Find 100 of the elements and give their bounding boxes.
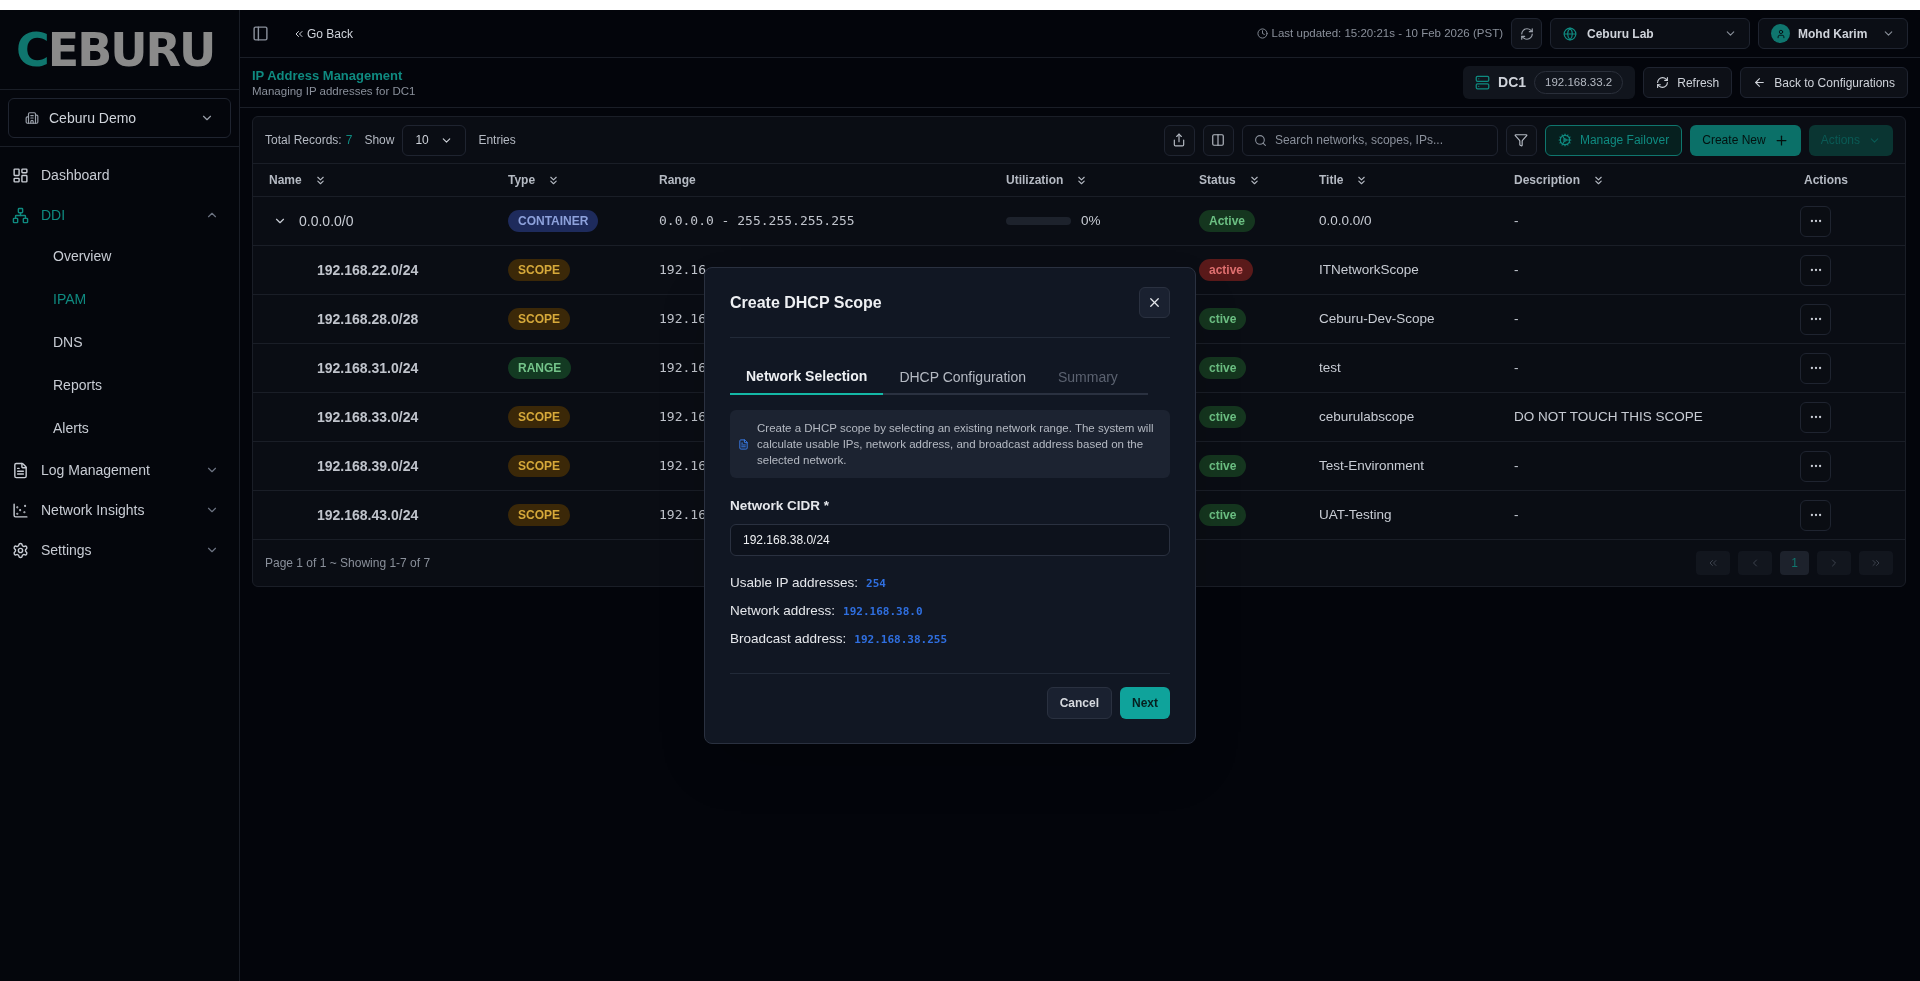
tab[interactable]: DHCP Configuration (883, 359, 1042, 395)
export-button[interactable] (1163, 124, 1195, 156)
sidebar-subitem[interactable]: Reports (0, 364, 239, 407)
sidebar-subitem[interactable]: IPAM (0, 278, 239, 321)
cancel-button[interactable]: Cancel (1046, 687, 1112, 720)
row-actions-button[interactable] (1800, 450, 1831, 482)
sidebar-subitem[interactable]: Overview (0, 235, 239, 278)
first-page-button[interactable] (1696, 551, 1730, 575)
column-header[interactable]: Description (1514, 171, 1605, 189)
title-text: 0.0.0.0/0 (1319, 211, 1372, 230)
refresh-icon (1656, 76, 1670, 89)
search-icon (1253, 133, 1267, 147)
document-icon (12, 461, 29, 479)
tag: SCOPE (508, 259, 570, 281)
description-text: - (1514, 260, 1519, 279)
total-records-count: 7 (345, 132, 353, 149)
search-field[interactable]: Search networks, scopes, IPs... (1241, 124, 1498, 156)
network-name: 0.0.0.0/0 (299, 211, 354, 231)
clock-icon (1256, 28, 1268, 39)
sidebar-toggle-icon[interactable] (252, 25, 269, 42)
row-actions-button[interactable] (1800, 352, 1831, 384)
stat-value: 192.168.38.255 (854, 632, 948, 649)
network-icon (12, 206, 29, 224)
column-header[interactable]: Utilization (1006, 171, 1089, 189)
column-header[interactable]: Status (1199, 171, 1261, 189)
next-page-button[interactable] (1817, 551, 1851, 575)
page-subtitle: Managing IP addresses for DC1 (252, 83, 417, 99)
network-name: 192.168.22.0/24 (317, 260, 419, 280)
network-name: 192.168.31.0/24 (317, 358, 419, 378)
range-text: 0.0.0.0 - 255.255.255.255 (659, 212, 855, 231)
stat-label: Usable IP addresses: (730, 574, 859, 593)
description-text: - (1514, 211, 1519, 230)
close-icon (1147, 295, 1162, 310)
row-actions-button[interactable] (1800, 499, 1831, 531)
globe-icon (1563, 26, 1577, 41)
filter-button[interactable] (1505, 124, 1537, 156)
sidebar-item[interactable]: Settings (0, 530, 239, 570)
network-name: 192.168.39.0/24 (317, 456, 419, 476)
settings-icon (12, 541, 29, 559)
export-icon (1172, 133, 1187, 147)
tag: ctive (1199, 406, 1247, 428)
column-header[interactable]: Name (269, 171, 327, 189)
title-text: ITNetworkScope (1319, 260, 1419, 279)
sidebar-item[interactable]: Network Insights (0, 490, 239, 530)
double-chevron-right-icon (1870, 557, 1882, 569)
next-button[interactable]: Next (1120, 687, 1170, 720)
organization-select[interactable]: Ceburu Demo (8, 98, 231, 138)
tab[interactable]: Network Selection (730, 359, 884, 395)
sidebar-item[interactable]: Log Management (0, 450, 239, 490)
tag: ctive (1199, 504, 1247, 526)
tag: Active (1199, 210, 1256, 232)
page-size-select[interactable]: 10 (402, 124, 467, 156)
utilization-text: 0% (1081, 211, 1101, 230)
user-menu[interactable]: Mohd Karim (1758, 18, 1908, 49)
refresh-button[interactable]: Refresh (1643, 67, 1733, 98)
network-name: 192.168.28.0/28 (317, 309, 419, 329)
site-select[interactable]: Ceburu Lab (1550, 18, 1750, 49)
tag: ctive (1199, 357, 1247, 379)
tag: CONTAINER (508, 210, 599, 232)
entries-label: Entries (478, 132, 516, 149)
building-icon (25, 111, 39, 125)
columns-button[interactable] (1202, 124, 1234, 156)
previous-page-button[interactable] (1738, 551, 1772, 575)
sidebar-subitem[interactable]: DNS (0, 321, 239, 364)
close-button[interactable] (1139, 287, 1170, 318)
tag: active (1199, 259, 1254, 281)
sidebar-item[interactable]: Dashboard (0, 155, 239, 195)
description-text: - (1514, 358, 1519, 377)
back-to-configurations-button[interactable]: Back to Configurations (1740, 67, 1908, 98)
tag: SCOPE (508, 406, 570, 428)
column-header[interactable]: Range (659, 171, 696, 189)
server-name: DC1 (1498, 73, 1527, 92)
stat-label: Broadcast address: (730, 630, 847, 649)
column-header[interactable]: Title (1319, 171, 1369, 189)
chart-icon (12, 501, 29, 519)
last-updated-text: Last updated: 15:20:21s - 10 Feb 2026 (PST) (1271, 25, 1503, 41)
description-text: DO NOT TOUCH THIS SCOPE (1514, 407, 1703, 426)
column-header[interactable]: Type (508, 171, 561, 189)
row-actions-button[interactable] (1800, 254, 1831, 286)
column-header[interactable]: Actions (1804, 171, 1848, 189)
last-page-button[interactable] (1859, 551, 1893, 575)
page-title: IP Address Management (252, 66, 404, 84)
tag: RANGE (508, 357, 572, 379)
range-text: 192.16 (659, 261, 706, 280)
tag: SCOPE (508, 455, 570, 477)
range-text: 192.16 (659, 408, 706, 427)
sidebar-subitem[interactable]: Alerts (0, 407, 239, 450)
pagination-summary: Page 1 of 1 ~ Showing 1-7 of 7 (265, 555, 431, 572)
network-cidr-field[interactable]: 192.168.38.0/24 (730, 524, 1170, 557)
title-text: UAT-Testing (1319, 505, 1392, 524)
refresh-button[interactable] (1511, 18, 1542, 49)
avatar-icon (1771, 24, 1790, 43)
manage-failover-button[interactable]: Manage Failover (1544, 124, 1683, 156)
row-actions-button[interactable] (1800, 401, 1831, 433)
tag: ctive (1199, 455, 1247, 477)
columns-icon (1211, 133, 1226, 147)
row-actions-button[interactable] (1800, 303, 1831, 335)
sidebar-item[interactable]: DDI (0, 195, 239, 235)
row-actions-button[interactable] (1800, 205, 1831, 237)
go-back-link[interactable]: Go Back (293, 24, 354, 43)
